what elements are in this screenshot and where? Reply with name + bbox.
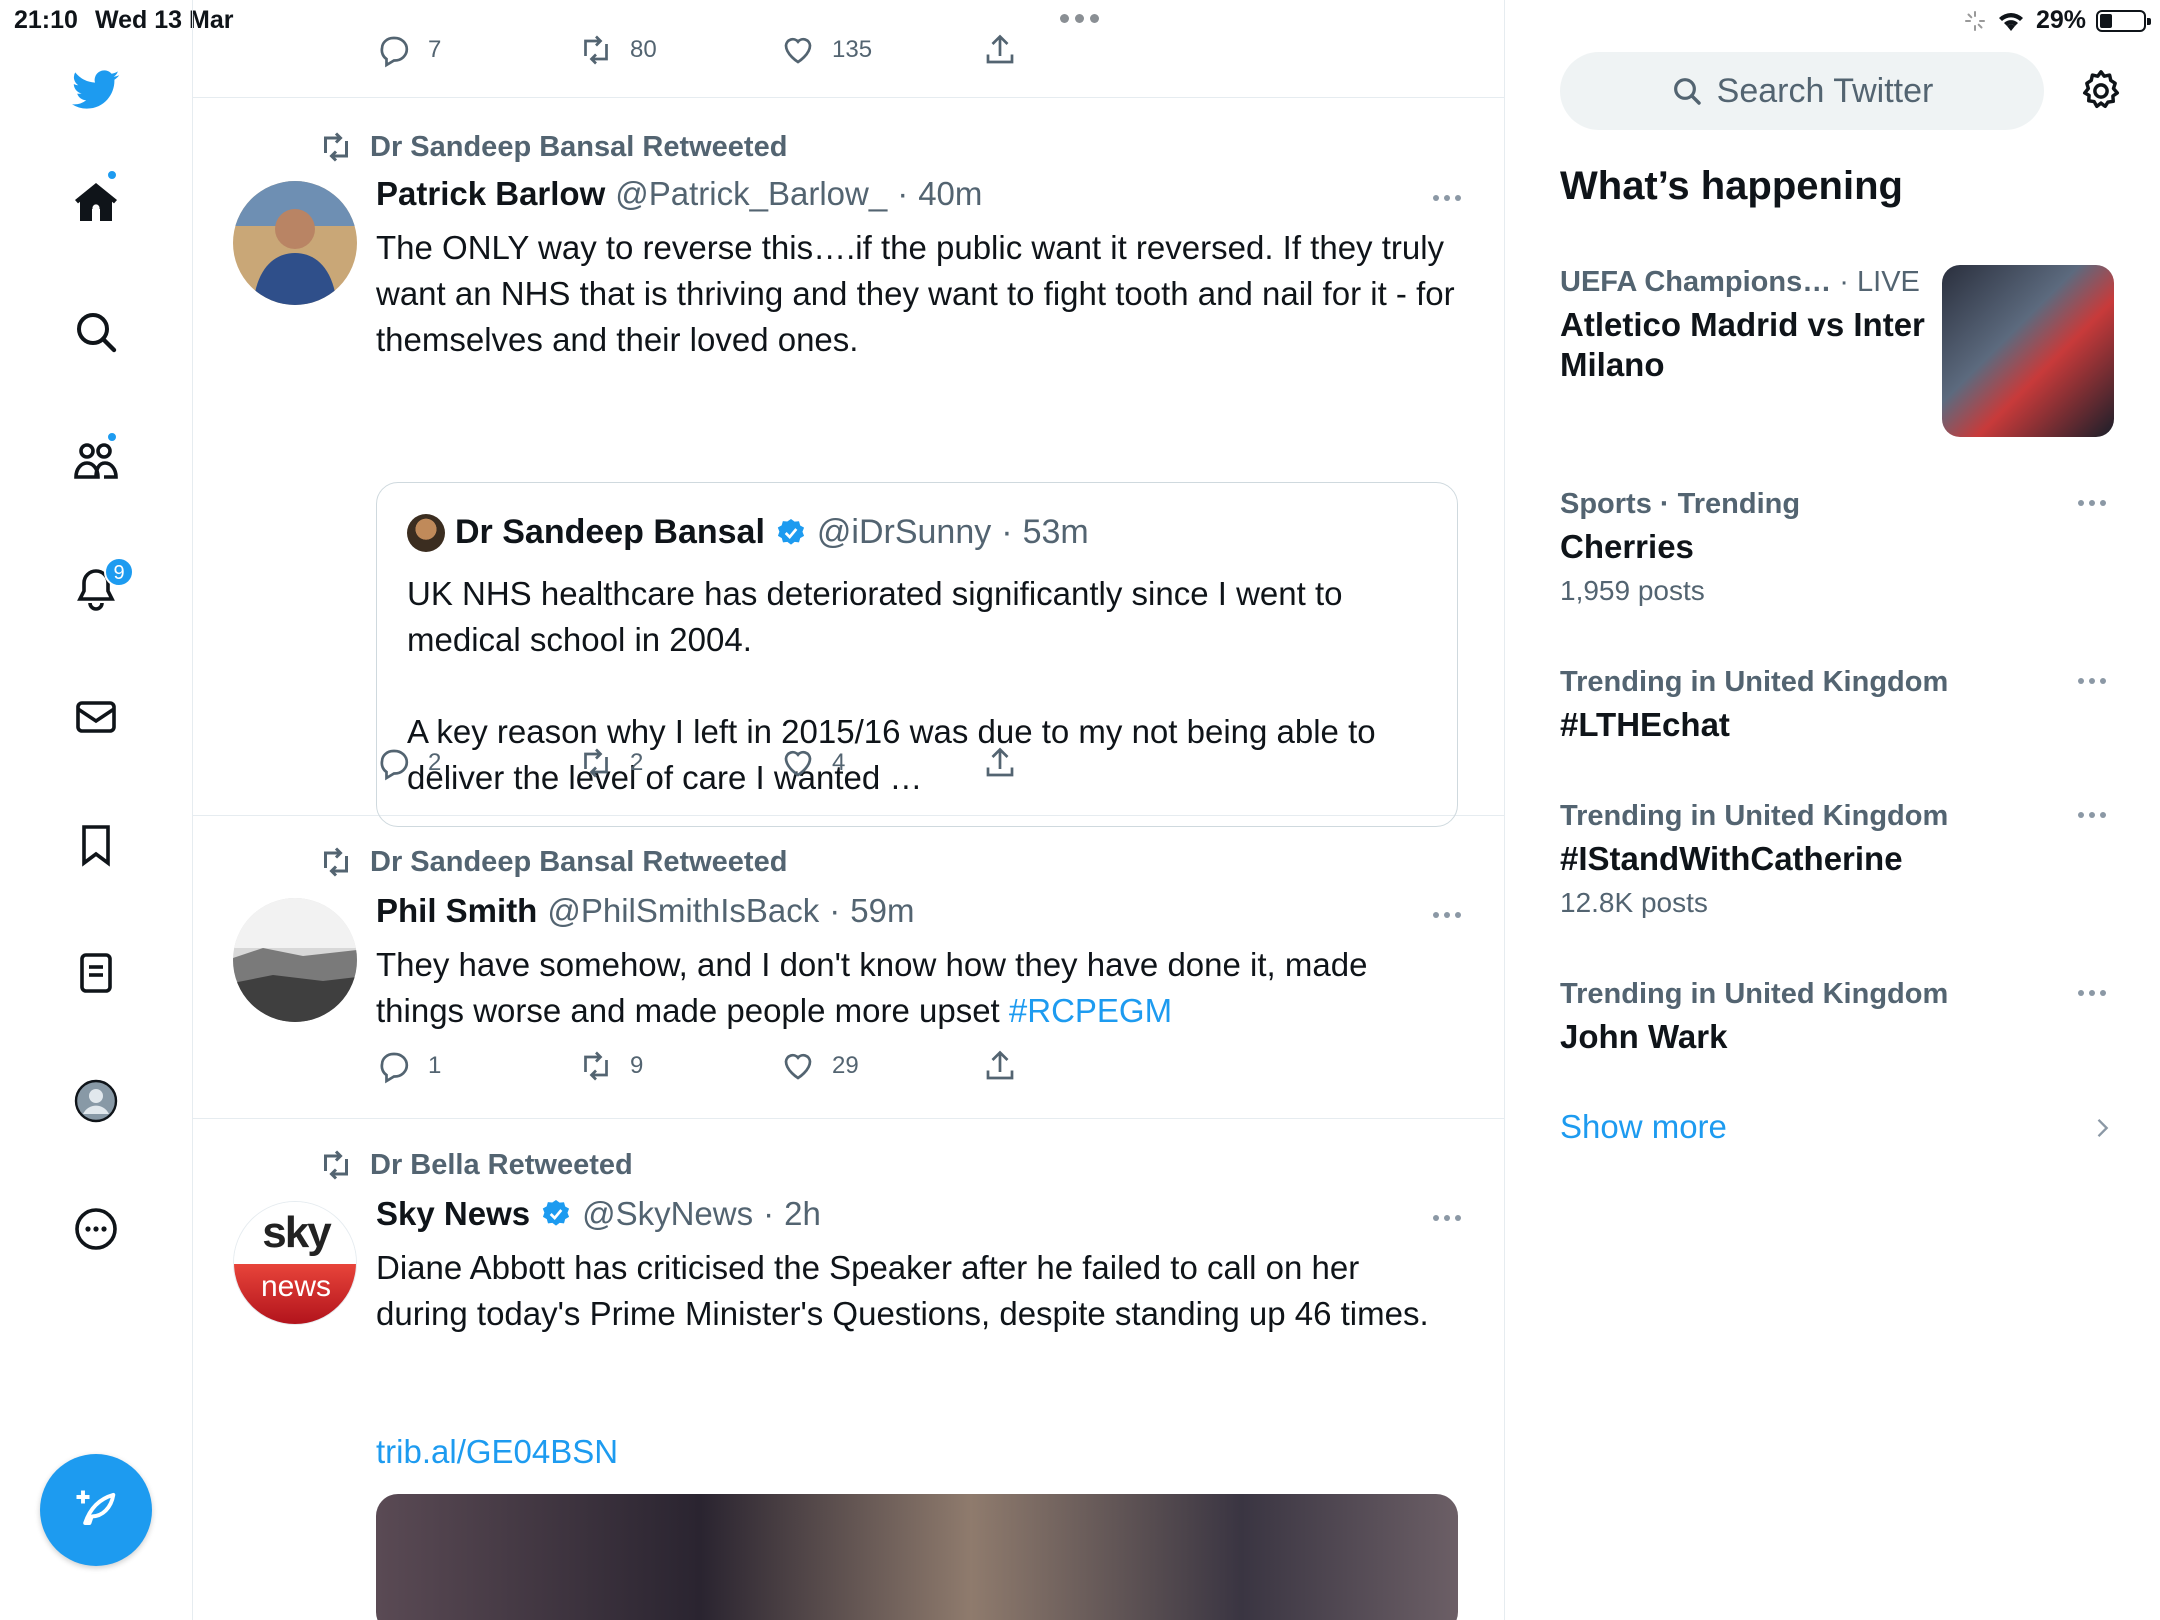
like-button[interactable]: 29 bbox=[780, 1048, 982, 1084]
sky-news-logo-avatar[interactable]: sky news bbox=[233, 1201, 357, 1325]
avatar[interactable] bbox=[233, 898, 357, 1022]
like-button[interactable]: 135 bbox=[780, 32, 982, 68]
tweet-time[interactable]: 2h bbox=[784, 1195, 821, 1233]
show-more-link[interactable]: Show more bbox=[1560, 1108, 1727, 1146]
compose-feather-icon bbox=[76, 1490, 116, 1525]
share-icon bbox=[986, 1050, 1014, 1080]
quoted-avatar bbox=[407, 513, 445, 552]
explore-search-icon[interactable] bbox=[56, 292, 136, 372]
author-name[interactable]: Sky News bbox=[376, 1195, 530, 1233]
share-button[interactable] bbox=[982, 745, 1184, 781]
reply-icon bbox=[380, 36, 409, 68]
reply-button[interactable]: 7 bbox=[376, 32, 578, 68]
like-button[interactable]: 4 bbox=[780, 745, 982, 781]
tweet-more-icon[interactable] bbox=[1433, 195, 1461, 201]
tweet-time[interactable]: 59m bbox=[850, 892, 914, 930]
quoted-time: 53m bbox=[1022, 513, 1089, 551]
tweet-phil-smith[interactable]: Dr Sandeep Bansal Retweeted Phil Smith @… bbox=[193, 816, 1504, 1119]
tweet-patrick-barlow[interactable]: Dr Sandeep Bansal Retweeted Patrick Barl… bbox=[193, 99, 1504, 827]
author-name[interactable]: Patrick Barlow bbox=[376, 175, 605, 213]
tweet-text: Diane Abbott has criticised the Speaker … bbox=[376, 1249, 1429, 1332]
wifi-icon bbox=[1998, 12, 2023, 31]
retweeted-by: Dr Sandeep Bansal Retweeted bbox=[318, 844, 787, 880]
previous-tweet-actions: 7 80 135 bbox=[193, 30, 1504, 98]
status-right: 29% bbox=[1964, 6, 2151, 35]
verified-badge-icon bbox=[542, 1200, 570, 1226]
search-icon bbox=[1673, 78, 1701, 105]
author-handle[interactable]: @PhilSmithIsBack bbox=[547, 892, 819, 930]
heart-icon bbox=[784, 750, 812, 777]
reply-button[interactable]: 2 bbox=[376, 745, 578, 781]
hashtag-link[interactable]: #RCPEGM bbox=[1009, 992, 1172, 1029]
lists-icon[interactable] bbox=[56, 933, 136, 1013]
reply-icon bbox=[380, 1052, 409, 1084]
author-handle[interactable]: @SkyNews bbox=[582, 1195, 753, 1233]
tweet-more-icon[interactable] bbox=[1433, 912, 1461, 918]
trend-item[interactable]: Sports · Trending Cherries 1,959 posts bbox=[1560, 488, 2120, 607]
trend-more-icon[interactable] bbox=[2078, 678, 2106, 684]
tweet-more-icon[interactable] bbox=[1433, 1215, 1461, 1221]
retweet-icon bbox=[584, 1051, 608, 1081]
tweet-text: The ONLY way to reverse this….if the pub… bbox=[376, 229, 1455, 358]
tweet-text: They have somehow, and I don't know how … bbox=[376, 946, 1368, 1029]
live-label: · LIVE bbox=[1839, 266, 1920, 298]
tweet-link[interactable]: trib.al/GE04BSN bbox=[376, 1429, 1456, 1475]
retweet-icon bbox=[324, 132, 348, 162]
trend-item[interactable]: UEFA Champions… · LIVE Atletico Madrid v… bbox=[1560, 266, 1940, 385]
retweet-button[interactable]: 2 bbox=[578, 745, 780, 781]
notifications-count-badge: 9 bbox=[104, 557, 134, 587]
quoted-author-name: Dr Sandeep Bansal bbox=[455, 513, 765, 551]
communities-badge-dot bbox=[106, 431, 118, 443]
trend-item[interactable]: Trending in United Kingdom #IStandWithCa… bbox=[1560, 800, 2120, 919]
trend-item[interactable]: Trending in United Kingdom John Wark bbox=[1560, 978, 2120, 1057]
share-icon bbox=[986, 34, 1014, 64]
heart-icon bbox=[784, 1053, 812, 1080]
quoted-handle: @iDrSunny bbox=[816, 513, 992, 551]
retweet-button[interactable]: 9 bbox=[578, 1048, 780, 1084]
timeline-feed[interactable]: 7 80 135 Dr Sandeep Bansal Retweeted Pat… bbox=[193, 0, 1505, 1620]
messages-envelope-icon[interactable] bbox=[56, 677, 136, 757]
retweet-button[interactable]: 80 bbox=[578, 32, 780, 68]
home-badge-dot bbox=[106, 169, 118, 181]
communities-icon[interactable] bbox=[56, 421, 136, 501]
retweet-icon bbox=[584, 748, 608, 778]
avatar[interactable] bbox=[233, 181, 357, 305]
author-handle[interactable]: @Patrick_Barlow_ bbox=[615, 175, 887, 213]
chevron-right-icon bbox=[2097, 1119, 2109, 1137]
trends-heading: What’s happening bbox=[1560, 164, 1903, 208]
trend-more-icon[interactable] bbox=[2078, 812, 2106, 818]
verified-badge-icon bbox=[777, 518, 804, 545]
reply-icon bbox=[380, 749, 409, 781]
settings-gear-icon[interactable] bbox=[2078, 68, 2124, 114]
share-button[interactable] bbox=[982, 32, 1184, 68]
battery-icon bbox=[2096, 9, 2151, 32]
home-icon[interactable] bbox=[56, 163, 136, 243]
tweet-time[interactable]: 40m bbox=[918, 175, 982, 213]
reply-button[interactable]: 1 bbox=[376, 1048, 578, 1084]
retweet-icon bbox=[584, 35, 608, 65]
left-nav: 9 bbox=[0, 0, 193, 1620]
trend-more-icon[interactable] bbox=[2078, 990, 2106, 996]
bookmarks-icon[interactable] bbox=[56, 805, 136, 885]
twitter-logo-icon[interactable] bbox=[56, 50, 136, 130]
tweet-media-image[interactable] bbox=[376, 1494, 1458, 1620]
author-name[interactable]: Phil Smith bbox=[376, 892, 537, 930]
share-button[interactable] bbox=[982, 1048, 1184, 1084]
trend-more-icon[interactable] bbox=[2078, 500, 2106, 506]
trend-thumbnail-image[interactable] bbox=[1942, 265, 2114, 437]
loading-icon bbox=[1964, 10, 1985, 31]
battery-percent: 29% bbox=[2035, 6, 2086, 34]
compose-tweet-button[interactable] bbox=[40, 1454, 152, 1566]
profile-avatar[interactable] bbox=[56, 1061, 136, 1141]
retweet-icon bbox=[324, 1150, 348, 1180]
more-options-icon[interactable] bbox=[56, 1189, 136, 1269]
retweeted-by: Dr Sandeep Bansal Retweeted bbox=[318, 129, 787, 165]
retweet-icon bbox=[324, 847, 348, 877]
search-input[interactable]: Search Twitter bbox=[1560, 52, 2044, 130]
share-icon bbox=[986, 747, 1014, 777]
trend-item[interactable]: Trending in United Kingdom #LTHEchat bbox=[1560, 666, 2120, 745]
heart-icon bbox=[784, 37, 812, 64]
retweeted-by: Dr Bella Retweeted bbox=[318, 1147, 633, 1183]
notifications-bell-icon[interactable]: 9 bbox=[56, 549, 136, 629]
